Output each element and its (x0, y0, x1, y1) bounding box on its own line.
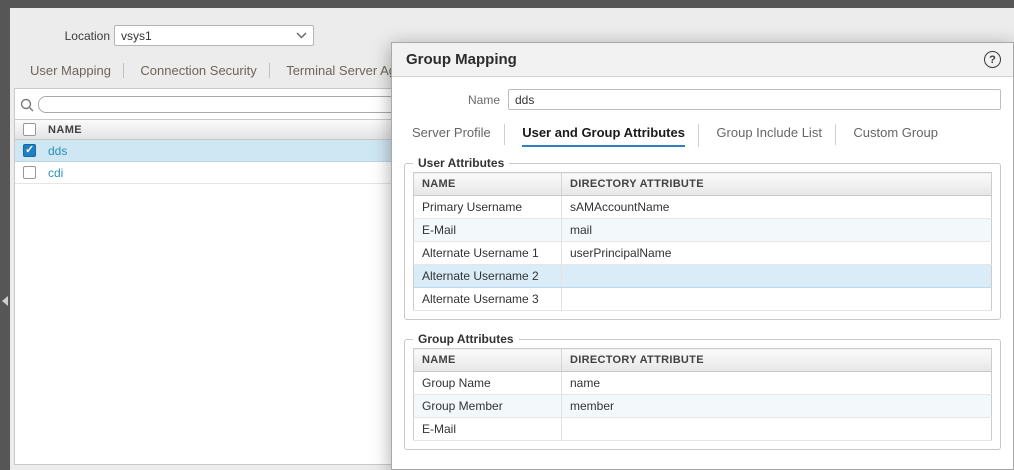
dialog-body: Name Server Profile User and Group Attri… (392, 77, 1013, 450)
group-attributes-fieldset: Group Attributes NAME DIRECTORY ATTRIBUT… (404, 332, 1001, 450)
page-tabs: User Mapping Connection Security Termina… (30, 62, 400, 80)
dialog-header: Group Mapping ? (392, 43, 1013, 77)
tab-server-profile[interactable]: Server Profile (406, 124, 505, 145)
dialog-title: Group Mapping (406, 51, 517, 68)
collapse-arrow-icon[interactable] (2, 296, 8, 306)
column-header-directory-attribute: DIRECTORY ATTRIBUTE (561, 172, 992, 196)
chevron-down-icon (296, 32, 307, 39)
table-row[interactable]: Group Name name (413, 371, 992, 395)
column-header-name: NAME (413, 348, 562, 372)
left-collapse-bar[interactable] (0, 0, 10, 470)
location-select[interactable]: vsys1 (114, 25, 314, 46)
name-row: Name (404, 89, 1001, 110)
tab-terminal-server-agent[interactable]: Terminal Server Agen (274, 63, 400, 78)
row-name-link[interactable]: cdi (48, 166, 63, 180)
user-attributes-fieldset: User Attributes NAME DIRECTORY ATTRIBUTE… (404, 156, 1001, 320)
name-field[interactable] (508, 89, 1001, 110)
row-checkbox[interactable] (23, 143, 36, 157)
tab-user-and-group-attributes[interactable]: User and Group Attributes (509, 124, 699, 147)
tab-connection-security[interactable]: Connection Security (128, 63, 270, 78)
select-all-checkbox[interactable] (23, 123, 36, 136)
table-row[interactable]: Group Member member (413, 394, 992, 418)
column-header-name: NAME (413, 172, 562, 196)
location-value: vsys1 (121, 28, 152, 43)
screen: Location vsys1 User Mapping Connection S… (0, 0, 1014, 470)
group-attributes-legend: Group Attributes (413, 332, 519, 346)
table-row[interactable]: Alternate Username 1 userPrincipalName (413, 241, 992, 265)
tab-user-mapping[interactable]: User Mapping (30, 63, 124, 78)
name-label: Name (467, 92, 500, 107)
tab-group-include-list[interactable]: Group Include List (703, 124, 836, 145)
group-attributes-table: NAME DIRECTORY ATTRIBUTE Group Name name… (413, 348, 992, 441)
user-attributes-table: NAME DIRECTORY ATTRIBUTE Primary Usernam… (413, 172, 992, 311)
table-row[interactable]: E-Mail (413, 417, 992, 441)
search-icon (20, 98, 34, 111)
group-mapping-dialog: Group Mapping ? Name Server Profile User… (391, 42, 1014, 470)
table-row[interactable]: Primary Username sAMAccountName (413, 195, 992, 219)
table-row-selected[interactable]: Alternate Username 2 (413, 264, 992, 288)
tab-custom-group[interactable]: Custom Group (840, 124, 951, 145)
name-column-header: NAME (48, 123, 82, 136)
row-name-link[interactable]: dds (48, 144, 67, 158)
location-label: Location (64, 29, 110, 43)
dialog-tabs: Server Profile User and Group Attributes… (406, 124, 1001, 147)
table-row[interactable]: Alternate Username 3 (413, 287, 992, 311)
table-row[interactable]: E-Mail mail (413, 218, 992, 242)
row-checkbox[interactable] (23, 166, 36, 179)
user-attributes-legend: User Attributes (413, 156, 510, 170)
column-header-directory-attribute: DIRECTORY ATTRIBUTE (561, 348, 992, 372)
help-icon[interactable]: ? (984, 51, 1001, 68)
